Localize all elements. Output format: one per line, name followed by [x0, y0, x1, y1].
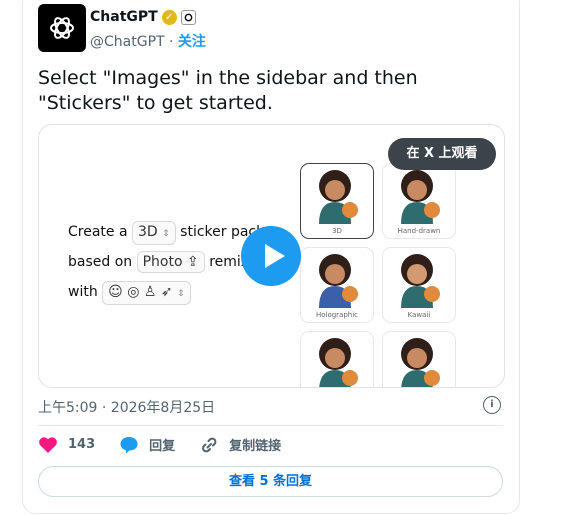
sticker-tile: Holographic: [300, 247, 374, 323]
sticker-avatar-icon: [401, 170, 440, 224]
sticker-tile: [382, 331, 456, 387]
photo-label: Photo: [142, 254, 183, 270]
upload-icon: ⇪: [187, 254, 199, 270]
sticker-avatar-icon: [401, 338, 440, 387]
sticker-avatar-icon: [401, 254, 440, 308]
like-count: 143: [68, 437, 96, 452]
prompt-demo: Create a 3D ⇕ sticker pack based on Phot…: [68, 217, 264, 307]
account-name[interactable]: ChatGPT: [90, 9, 158, 25]
follow-button[interactable]: 关注: [178, 34, 206, 50]
prompt-based-on: based on: [68, 254, 133, 270]
heart-icon: [39, 436, 57, 453]
action-bar: 143 回复 复制链接: [38, 435, 305, 454]
separator: ·: [164, 34, 178, 50]
theme-select: ☺ ◎ ♙ ➶ ⇕: [102, 281, 191, 305]
reply-button[interactable]: 回复: [119, 435, 175, 454]
prompt-create: Create a: [68, 224, 128, 240]
reply-label: 回复: [149, 439, 176, 454]
sticker-tile: Kawaii: [382, 247, 456, 323]
sticker-avatar-icon: [319, 338, 358, 387]
tile-label: Holographic: [315, 311, 359, 319]
tweet-text: Select "Images" in the sidebar and then …: [38, 67, 418, 114]
like-button[interactable]: 143: [38, 436, 95, 454]
sticker-tile: Hand-drawn: [382, 163, 456, 239]
video-media[interactable]: Create a 3D ⇕ sticker pack based on Phot…: [38, 124, 505, 388]
verified-badge-icon: ✓: [161, 9, 177, 25]
link-icon: [202, 437, 217, 452]
affiliate-badge-icon: [180, 9, 196, 25]
theme-emoji-icons: ☺ ◎ ♙ ➶: [108, 284, 173, 300]
style-value: 3D: [138, 224, 158, 240]
play-button-icon[interactable]: [241, 226, 301, 286]
account-handle-row: @ChatGPT · 关注: [90, 31, 206, 51]
chatgpt-avatar[interactable]: [38, 4, 86, 52]
prompt-with: with: [68, 284, 98, 300]
view-replies-button[interactable]: 查看 5 条回复: [38, 466, 503, 497]
tile-label: Kawaii: [407, 311, 431, 319]
account-handle: @ChatGPT: [90, 34, 165, 50]
photo-upload: Photo ⇪: [136, 251, 205, 273]
copy-link-label: 复制链接: [229, 439, 282, 454]
sticker-avatar-icon: [319, 254, 358, 308]
info-icon[interactable]: i: [483, 396, 501, 414]
tile-label: Hand-drawn: [397, 227, 441, 235]
tile-label: 3D: [332, 227, 342, 235]
sticker-avatar-icon: [319, 170, 358, 224]
tweet-timestamp[interactable]: 上午5:09 · 2026年8月25日: [38, 397, 215, 417]
select-arrows-icon: ⇕: [162, 229, 170, 239]
account-name-row: ChatGPT ✓: [90, 9, 196, 25]
openai-logo-icon: [50, 17, 74, 39]
divider: [38, 425, 503, 426]
copy-link-button[interactable]: 复制链接: [199, 435, 281, 454]
reply-bubble-icon: [120, 436, 138, 453]
watch-on-x-button[interactable]: 在 X 上观看: [388, 138, 496, 170]
sticker-tile: 3D: [300, 163, 374, 239]
select-arrows-icon: ⇕: [177, 289, 185, 299]
style-select: 3D ⇕: [132, 221, 176, 245]
sticker-tile: [300, 331, 374, 387]
